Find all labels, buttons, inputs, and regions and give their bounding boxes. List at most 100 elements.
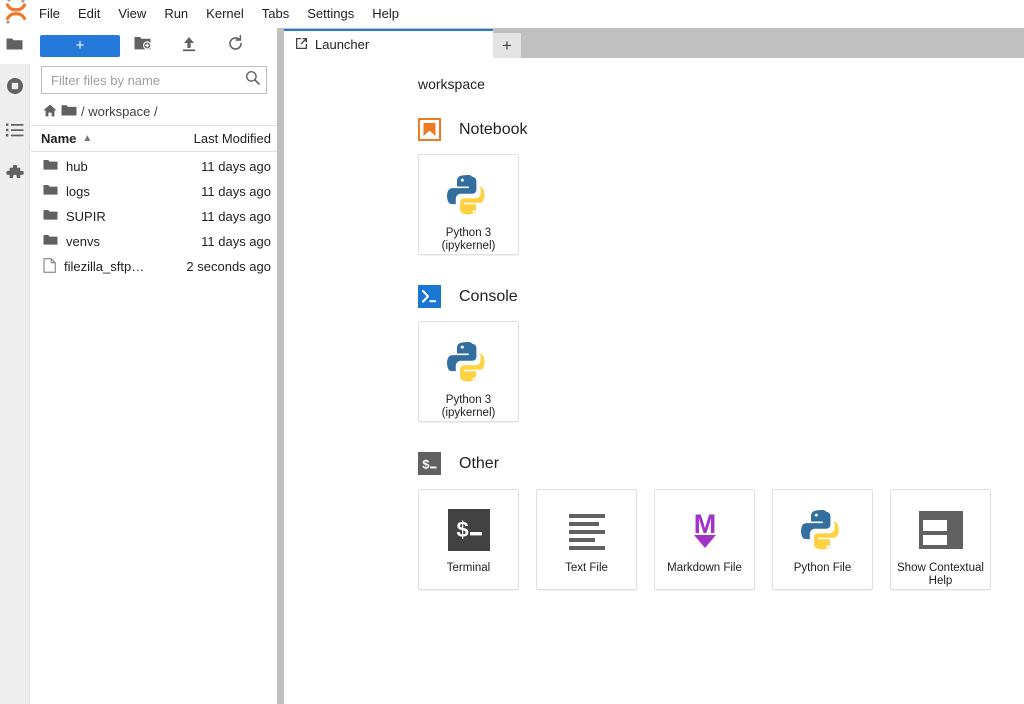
jupyterlab-window: File Edit View Run Kernel Tabs Settings … xyxy=(0,0,1024,704)
card-notebook-python3[interactable]: Python 3 (ipykernel) xyxy=(418,154,519,255)
sidebar-item-file-browser[interactable] xyxy=(0,28,30,64)
card-python-file[interactable]: Python File xyxy=(772,489,873,590)
file-list: hub 11 days ago logs 11 days ago SUPIR 1… xyxy=(31,152,277,704)
file-name: SUPIR xyxy=(66,209,106,224)
refresh-button[interactable] xyxy=(212,33,258,59)
new-folder-button[interactable] xyxy=(120,33,166,59)
running-icon xyxy=(6,77,24,95)
left-sidebar-rail xyxy=(0,28,30,704)
sort-ascending-icon: ▲ xyxy=(82,133,93,144)
card-label: Markdown File xyxy=(667,562,742,574)
card-label-line1: Python 3 xyxy=(445,394,492,406)
file-name-cell: venvs xyxy=(43,234,167,249)
svg-text:$: $ xyxy=(456,519,469,544)
jupyter-logo-icon xyxy=(0,0,30,28)
menu-kernel[interactable]: Kernel xyxy=(197,2,253,26)
launcher-panel: workspace Notebook Python 3 (ipykernel) … xyxy=(284,58,1024,704)
search-icon xyxy=(245,70,260,90)
notebook-card-row: Python 3 (ipykernel) xyxy=(418,154,1024,255)
table-row[interactable]: filezilla_sftp… 2 seconds ago xyxy=(31,254,277,279)
file-list-header: Name ▲ Last Modified xyxy=(31,126,277,152)
breadcrumb-path[interactable]: / workspace / xyxy=(81,104,158,119)
new-launcher-button[interactable]: + xyxy=(40,35,120,57)
python-logo-icon xyxy=(443,336,495,388)
python-logo-icon xyxy=(443,169,495,221)
card-text-file[interactable]: Text File xyxy=(536,489,637,590)
section-header-console: Console xyxy=(418,285,1024,308)
sidebar-item-running[interactable] xyxy=(0,64,30,108)
folder-icon xyxy=(43,159,58,174)
svg-text:M: M xyxy=(693,509,716,539)
column-header-name[interactable]: Name ▲ xyxy=(41,131,167,146)
menu-settings[interactable]: Settings xyxy=(298,2,363,26)
column-header-last-modified[interactable]: Last Modified xyxy=(167,131,271,146)
card-markdown-file[interactable]: M Markdown File xyxy=(654,489,755,590)
card-label-line2: (ipykernel) xyxy=(441,407,496,419)
other-card-row: $ Terminal Text File M Markdown File Pyt… xyxy=(418,489,1024,590)
breadcrumb-folder-icon[interactable] xyxy=(61,104,77,120)
new-folder-icon xyxy=(134,36,152,56)
file-name: hub xyxy=(66,159,88,174)
file-name-cell: logs xyxy=(43,184,167,199)
card-label: Python 3 (ipykernel) xyxy=(421,394,517,420)
folder-icon xyxy=(6,37,23,56)
card-label-line2: (ipykernel) xyxy=(441,240,496,252)
console-card-row: Python 3 (ipykernel) xyxy=(418,321,1024,422)
card-label: Text File xyxy=(565,562,608,574)
text-file-icon xyxy=(561,504,613,556)
table-row[interactable]: venvs 11 days ago xyxy=(31,229,277,254)
search-input[interactable] xyxy=(51,72,245,88)
file-name-cell: SUPIR xyxy=(43,209,167,224)
file-name-cell: filezilla_sftp… xyxy=(43,257,167,276)
file-name: filezilla_sftp… xyxy=(64,259,145,274)
section-title: Other xyxy=(459,454,500,472)
section-title: Console xyxy=(459,287,518,305)
card-label: Show Contextual Help xyxy=(893,562,989,588)
section-header-notebook: Notebook xyxy=(418,118,1024,141)
file-modified: 11 days ago xyxy=(201,234,271,249)
list-icon xyxy=(5,123,24,137)
file-name-cell: hub xyxy=(43,159,167,174)
menu-help[interactable]: Help xyxy=(363,2,408,26)
menu-tabs[interactable]: Tabs xyxy=(253,2,298,26)
card-label-line2: Help xyxy=(928,575,953,587)
upload-icon xyxy=(181,36,197,57)
notebook-icon xyxy=(418,118,441,141)
menu-edit[interactable]: Edit xyxy=(69,2,109,26)
card-console-python3[interactable]: Python 3 (ipykernel) xyxy=(418,321,519,422)
new-tab-button[interactable]: + xyxy=(493,33,521,58)
file-icon xyxy=(43,257,56,276)
file-browser-toolbar: + xyxy=(31,28,277,64)
refresh-icon xyxy=(227,35,244,57)
home-icon[interactable] xyxy=(43,104,57,120)
menu-bar: File Edit View Run Kernel Tabs Settings … xyxy=(0,0,1024,28)
table-row[interactable]: logs 11 days ago xyxy=(31,179,277,204)
tab-bar: Launcher + xyxy=(284,28,1024,58)
card-label: Python File xyxy=(793,562,852,574)
breadcrumb[interactable]: / workspace / xyxy=(31,102,277,126)
folder-icon xyxy=(43,234,58,249)
main-area: Launcher + workspace Notebook Python 3 (… xyxy=(284,28,1024,704)
menu-view[interactable]: View xyxy=(109,2,155,26)
table-row[interactable]: SUPIR 11 days ago xyxy=(31,204,277,229)
upload-button[interactable] xyxy=(166,33,212,59)
file-modified: 11 days ago xyxy=(201,184,271,199)
sidebar-item-table-of-contents[interactable] xyxy=(0,108,30,152)
section-title: Notebook xyxy=(459,120,528,138)
table-row[interactable]: hub 11 days ago xyxy=(31,154,277,179)
sidebar-item-extension-manager[interactable] xyxy=(0,152,30,196)
card-label: Python 3 (ipykernel) xyxy=(421,227,517,253)
panel-resize-handle[interactable] xyxy=(277,28,284,704)
file-name: logs xyxy=(66,184,90,199)
tab-launcher[interactable]: Launcher xyxy=(284,29,493,58)
card-show-contextual-help[interactable]: Show Contextual Help xyxy=(890,489,991,590)
console-icon xyxy=(418,285,441,308)
python-logo-icon xyxy=(797,504,849,556)
file-filter-box[interactable] xyxy=(41,66,267,94)
menu-run[interactable]: Run xyxy=(155,2,197,26)
menu-file[interactable]: File xyxy=(30,2,69,26)
puzzle-icon xyxy=(5,165,24,183)
card-terminal[interactable]: $ Terminal xyxy=(418,489,519,590)
terminal-prompt-icon: $ xyxy=(418,452,441,475)
section-header-other: $ Other xyxy=(418,452,1024,475)
